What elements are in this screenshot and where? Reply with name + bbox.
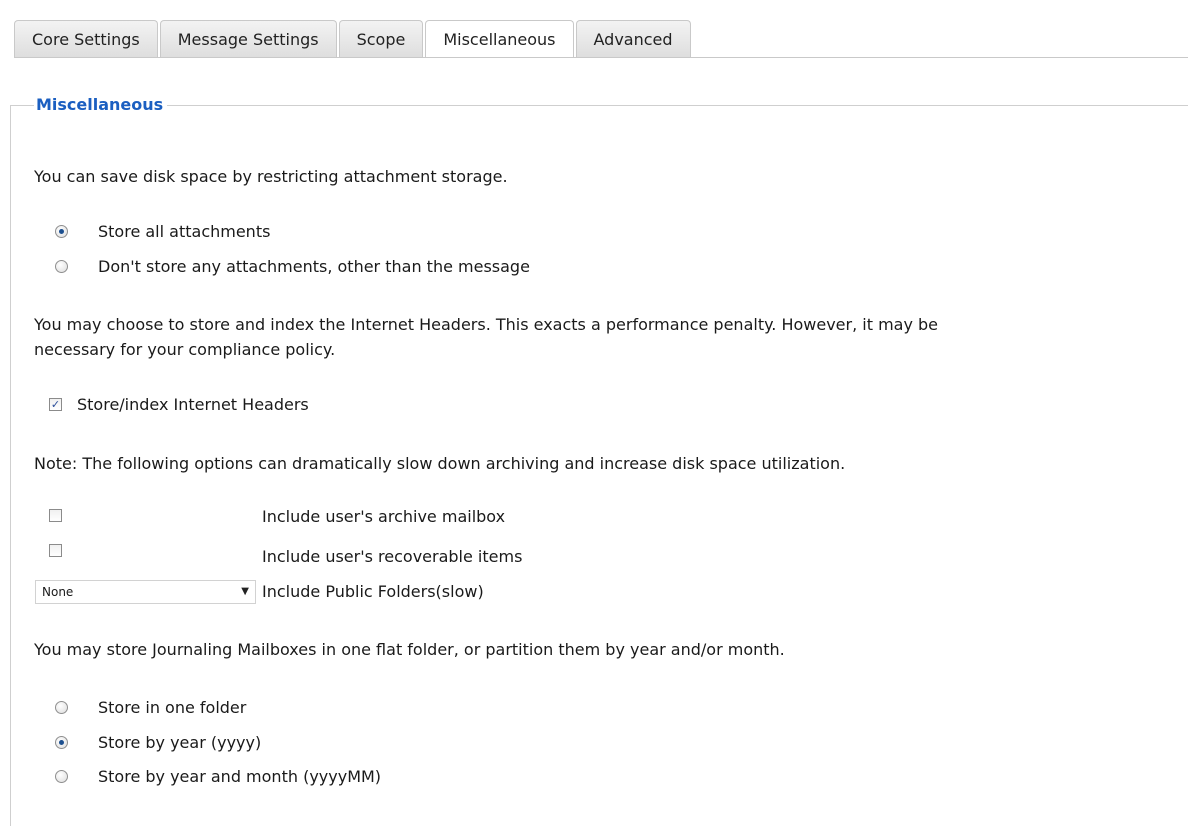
radio-store-no-attachments[interactable] xyxy=(55,259,68,273)
radio-row-store-none[interactable]: Don't store any attachments, other than … xyxy=(55,254,530,278)
tab-message-settings[interactable]: Message Settings xyxy=(159,20,337,57)
tab-miscellaneous[interactable]: Miscellaneous xyxy=(425,20,574,58)
radio-row-by-year[interactable]: Store by year (yyyy) xyxy=(55,730,261,754)
recoverable-items-label: Include user's recoverable items xyxy=(262,547,523,566)
attachments-intro: You can save disk space by restricting a… xyxy=(34,167,508,186)
radio-label: Store by year and month (yyyyMM) xyxy=(98,766,382,786)
journaling-intro: You may store Journaling Mailboxes in on… xyxy=(34,640,785,659)
tab-scope[interactable]: Scope xyxy=(338,20,424,57)
radio-store-all-attachments[interactable] xyxy=(55,224,68,238)
checkbox-row-recoverable-items[interactable] xyxy=(49,538,62,562)
checkbox-row-internet-headers[interactable]: ✓ Store/index Internet Headers xyxy=(49,392,309,416)
checkbox-row-archive-mailbox[interactable] xyxy=(49,503,62,527)
radio-label: Don't store any attachments, other than … xyxy=(98,256,530,276)
performance-note: Note: The following options can dramatic… xyxy=(34,454,846,473)
include-recoverable-items-checkbox[interactable] xyxy=(49,543,62,557)
radio-label: Store by year (yyyy) xyxy=(98,732,262,752)
public-folders-label: Include Public Folders(slow) xyxy=(262,582,484,601)
check-icon: ✓ xyxy=(50,397,61,411)
store-internet-headers-checkbox[interactable]: ✓ xyxy=(49,397,62,411)
radio-store-by-year[interactable] xyxy=(55,735,68,749)
select-value: None xyxy=(42,585,74,599)
radio-store-one-folder[interactable] xyxy=(55,700,68,714)
archive-mailbox-label: Include user's archive mailbox xyxy=(262,507,506,526)
radio-store-by-year-month[interactable] xyxy=(55,769,68,783)
section-legend: Miscellaneous xyxy=(34,94,168,116)
tab-bar: Core Settings Message Settings Scope Mis… xyxy=(14,20,693,58)
tab-core-settings[interactable]: Core Settings xyxy=(14,20,158,57)
radio-label: Store in one folder xyxy=(98,697,247,717)
headers-intro-line1: You may choose to store and index the In… xyxy=(34,315,939,334)
checkbox-label: Store/index Internet Headers xyxy=(77,394,309,414)
headers-intro-line2: necessary for your compliance policy. xyxy=(34,340,336,359)
public-folders-select[interactable]: None ▼ xyxy=(35,580,256,604)
radio-label: Store all attachments xyxy=(98,221,271,241)
chevron-down-icon: ▼ xyxy=(241,586,249,597)
tab-divider xyxy=(14,57,1188,58)
include-archive-mailbox-checkbox[interactable] xyxy=(49,508,62,522)
radio-row-by-year-month[interactable]: Store by year and month (yyyyMM) xyxy=(55,764,381,788)
tab-advanced[interactable]: Advanced xyxy=(575,20,691,57)
radio-row-store-all[interactable]: Store all attachments xyxy=(55,219,270,243)
radio-row-one-folder[interactable]: Store in one folder xyxy=(55,695,246,719)
